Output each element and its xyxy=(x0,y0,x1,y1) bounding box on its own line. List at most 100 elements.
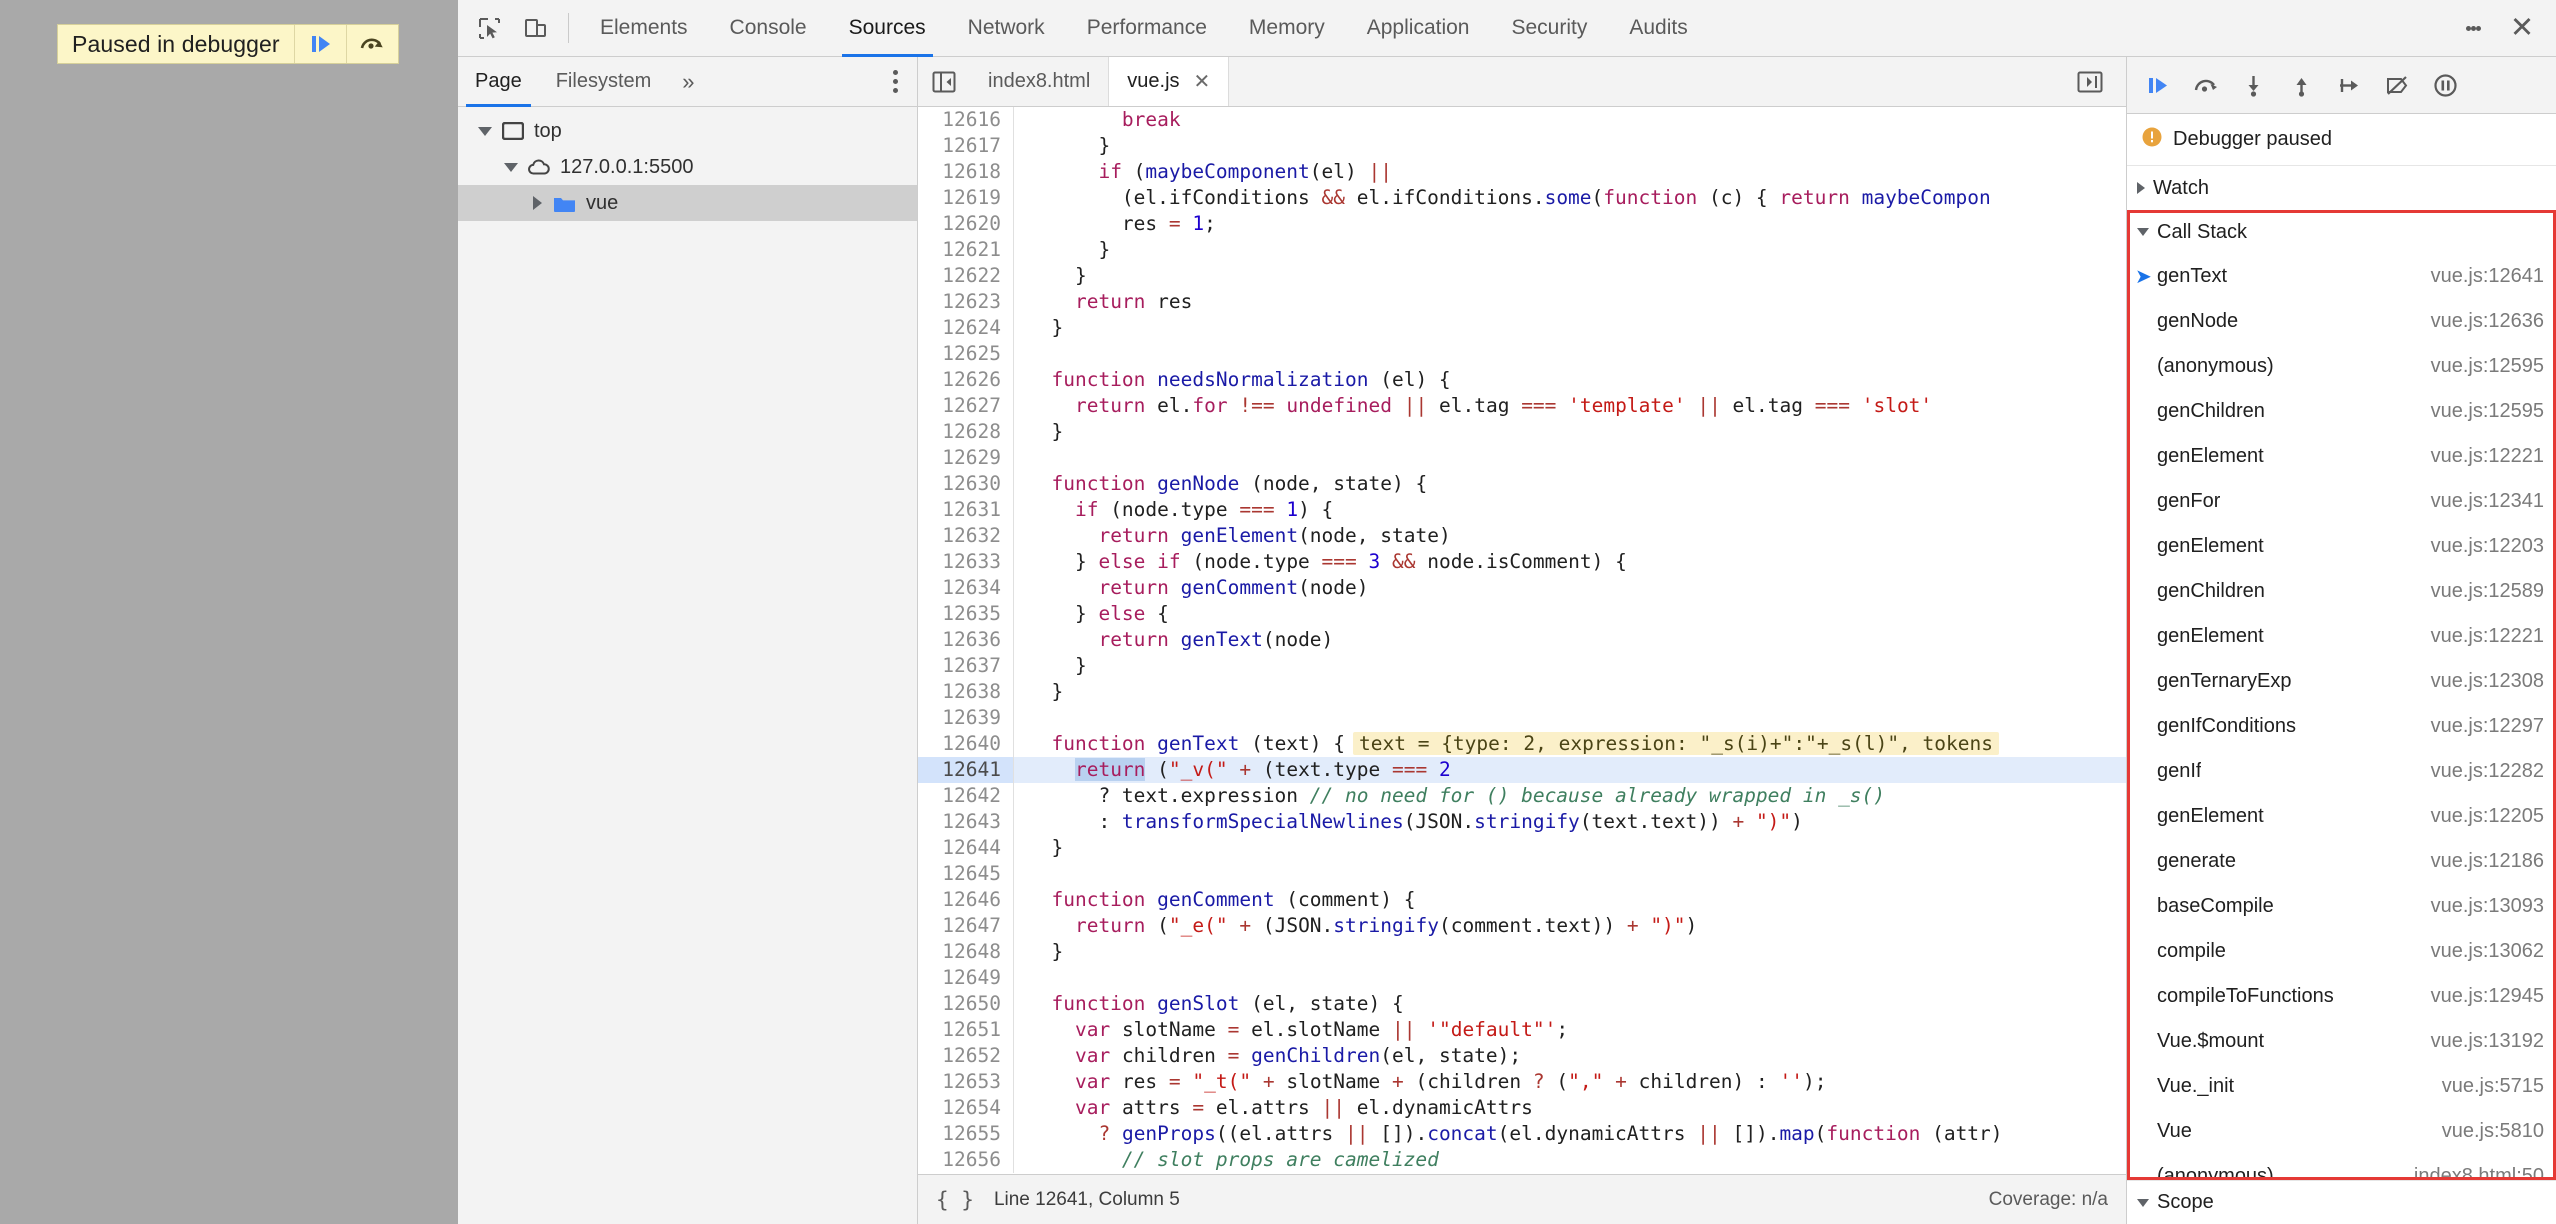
code-line-text[interactable]: if (node.type === 1) { xyxy=(1014,497,2126,523)
line-number[interactable]: 12619 xyxy=(918,185,1014,211)
code-line[interactable]: 12636 return genText(node) xyxy=(918,627,2126,653)
line-number[interactable]: 12649 xyxy=(918,965,1014,991)
tab-elements[interactable]: Elements xyxy=(579,0,709,57)
line-number[interactable]: 12627 xyxy=(918,393,1014,419)
code-line[interactable]: 12638 } xyxy=(918,679,2126,705)
code-line[interactable]: 12616 break xyxy=(918,107,2126,133)
call-stack-frame[interactable]: genNode vue.js:12636 xyxy=(2127,299,2556,344)
step-out-icon[interactable] xyxy=(2277,61,2325,109)
line-number[interactable]: 12633 xyxy=(918,549,1014,575)
line-number[interactable]: 12648 xyxy=(918,939,1014,965)
tab-performance[interactable]: Performance xyxy=(1066,0,1228,57)
code-line[interactable]: 12625 xyxy=(918,341,2126,367)
line-number[interactable]: 12655 xyxy=(918,1121,1014,1147)
code-line-text[interactable]: } xyxy=(1014,315,2126,341)
tab-application[interactable]: Application xyxy=(1346,0,1491,57)
close-icon[interactable]: ✕ xyxy=(2496,5,2548,51)
code-line-text[interactable]: } xyxy=(1014,653,2126,679)
call-stack-frame[interactable]: (anonymous) vue.js:12595 xyxy=(2127,344,2556,389)
code-line[interactable]: 12655 ? genProps((el.attrs || []).concat… xyxy=(918,1121,2126,1147)
tab-security[interactable]: Security xyxy=(1490,0,1608,57)
code-line-text[interactable]: var attrs = el.attrs || el.dynamicAttrs xyxy=(1014,1095,2126,1121)
code-line-text[interactable]: (el.ifConditions && el.ifConditions.some… xyxy=(1014,185,2126,211)
resume-script-icon[interactable] xyxy=(293,25,346,63)
tree-item-vue-folder[interactable]: vue xyxy=(458,185,917,221)
line-number[interactable]: 12632 xyxy=(918,523,1014,549)
code-line-text[interactable]: return res xyxy=(1014,289,2126,315)
code-line[interactable]: 12650 function genSlot (el, state) { xyxy=(918,991,2126,1017)
resume-script-icon[interactable] xyxy=(2133,61,2181,109)
call-stack-frame[interactable]: ➤ genText vue.js:12641 xyxy=(2127,254,2556,299)
section-call-stack[interactable]: Call Stack xyxy=(2127,210,2556,254)
line-number[interactable]: 12621 xyxy=(918,237,1014,263)
code-line[interactable]: 12643 : transformSpecialNewlines(JSON.st… xyxy=(918,809,2126,835)
code-line-text[interactable]: var slotName = el.slotName || '"default"… xyxy=(1014,1017,2126,1043)
line-number[interactable]: 12617 xyxy=(918,133,1014,159)
line-number[interactable]: 12625 xyxy=(918,341,1014,367)
code-line-text[interactable]: var children = genChildren(el, state); xyxy=(1014,1043,2126,1069)
code-line[interactable]: 12630 function genNode (node, state) { xyxy=(918,471,2126,497)
step-over-icon[interactable] xyxy=(2181,61,2229,109)
code-line[interactable]: 12637 } xyxy=(918,653,2126,679)
code-line-text[interactable]: ? text.expression // no need for () beca… xyxy=(1014,783,2126,809)
line-number[interactable]: 12629 xyxy=(918,445,1014,471)
call-stack-frame[interactable]: compileToFunctions vue.js:12945 xyxy=(2127,974,2556,1019)
chevron-right-icon[interactable] xyxy=(524,196,550,210)
line-number[interactable]: 12652 xyxy=(918,1043,1014,1069)
code-line-text[interactable]: res = 1; xyxy=(1014,211,2126,237)
editor-tab-index8-html[interactable]: index8.html xyxy=(970,57,1110,106)
call-stack-frame[interactable]: genElement vue.js:12221 xyxy=(2127,614,2556,659)
line-number[interactable]: 12641 xyxy=(918,757,1014,783)
line-number[interactable]: 12623 xyxy=(918,289,1014,315)
code-line-text[interactable]: return ("_e(" + (JSON.stringify(comment.… xyxy=(1014,913,2126,939)
tab-network[interactable]: Network xyxy=(947,0,1066,57)
call-stack-frame[interactable]: genTernaryExp vue.js:12308 xyxy=(2127,659,2556,704)
pretty-print-icon[interactable]: { } xyxy=(936,1188,974,1212)
code-line-text[interactable]: function needsNormalization (el) { xyxy=(1014,367,2126,393)
code-line-text[interactable]: } xyxy=(1014,835,2126,861)
call-stack-frame[interactable]: genIfConditions vue.js:12297 xyxy=(2127,704,2556,749)
line-number[interactable]: 12620 xyxy=(918,211,1014,237)
line-number[interactable]: 12640 xyxy=(918,731,1014,757)
call-stack-frame[interactable]: Vue vue.js:5810 xyxy=(2127,1109,2556,1154)
call-stack-frame[interactable]: generate vue.js:12186 xyxy=(2127,839,2556,884)
code-line[interactable]: 12648 } xyxy=(918,939,2126,965)
code-line[interactable]: 12642 ? text.expression // no need for (… xyxy=(918,783,2126,809)
line-number[interactable]: 12618 xyxy=(918,159,1014,185)
code-line-text[interactable]: return el.for !== undefined || el.tag ==… xyxy=(1014,393,2126,419)
code-line-text[interactable]: return genText(node) xyxy=(1014,627,2126,653)
line-number[interactable]: 12637 xyxy=(918,653,1014,679)
code-line-text[interactable]: ? genProps((el.attrs || []).concat(el.dy… xyxy=(1014,1121,2126,1147)
call-stack-frame[interactable]: genElement vue.js:12203 xyxy=(2127,524,2556,569)
code-line[interactable]: 12628 } xyxy=(918,419,2126,445)
line-number[interactable]: 12643 xyxy=(918,809,1014,835)
line-number[interactable]: 12616 xyxy=(918,107,1014,133)
line-number[interactable]: 12622 xyxy=(918,263,1014,289)
show-more-tabs-icon[interactable] xyxy=(2064,71,2116,93)
line-number[interactable]: 12653 xyxy=(918,1069,1014,1095)
code-line-text[interactable]: } xyxy=(1014,133,2126,159)
call-stack-frame[interactable]: genFor vue.js:12341 xyxy=(2127,479,2556,524)
code-line[interactable]: 12617 } xyxy=(918,133,2126,159)
code-line[interactable]: 12656 // slot props are camelized xyxy=(918,1147,2126,1173)
code-line[interactable]: 12618 if (maybeComponent(el) || xyxy=(918,159,2126,185)
code-line-text[interactable]: break xyxy=(1014,107,2126,133)
code-line-text[interactable]: } xyxy=(1014,237,2126,263)
code-line-text[interactable]: : transformSpecialNewlines(JSON.stringif… xyxy=(1014,809,2126,835)
code-line-text[interactable]: var res = "_t(" + slotName + (children ?… xyxy=(1014,1069,2126,1095)
inspect-element-icon[interactable] xyxy=(466,5,512,51)
code-editor[interactable]: 12616 break 12617 } 12618 if (maybeCompone… xyxy=(918,107,2126,1174)
code-line[interactable]: 12631 if (node.type === 1) { xyxy=(918,497,2126,523)
step-into-icon[interactable] xyxy=(2229,61,2277,109)
kebab-menu-icon[interactable] xyxy=(2450,5,2496,51)
call-stack-frame[interactable]: Vue.$mount vue.js:13192 xyxy=(2127,1019,2556,1064)
tree-item-origin[interactable]: 127.0.0.1:5500 xyxy=(458,149,917,185)
code-line-text[interactable]: function genSlot (el, state) { xyxy=(1014,991,2126,1017)
line-number[interactable]: 12635 xyxy=(918,601,1014,627)
line-number[interactable]: 12631 xyxy=(918,497,1014,523)
line-number[interactable]: 12630 xyxy=(918,471,1014,497)
tab-console[interactable]: Console xyxy=(709,0,828,57)
line-number[interactable]: 12638 xyxy=(918,679,1014,705)
code-line-text[interactable]: } xyxy=(1014,939,2126,965)
line-number[interactable]: 12636 xyxy=(918,627,1014,653)
